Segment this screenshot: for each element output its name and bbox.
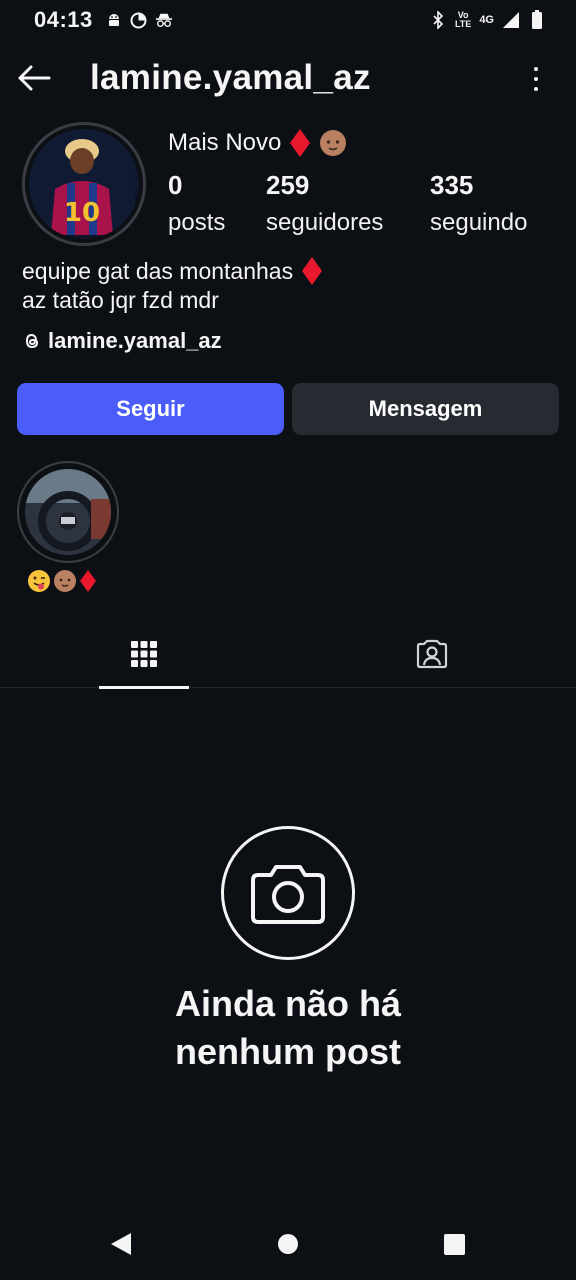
battery-icon [528,10,546,29]
profile-bio: equipe gat das montanhas az tatão jqr fz… [22,256,323,314]
stat-value: 0 [168,170,183,200]
status-time: 04:13 [34,7,93,32]
stat-following[interactable]: 335 seguindo [430,170,527,237]
incognito-icon [155,11,173,29]
system-nav-bar [0,1208,576,1280]
avatar-image: 10 [29,129,139,239]
follow-button[interactable]: Seguir [17,383,284,435]
back-button[interactable] [14,60,54,96]
stat-followers[interactable]: 259 seguidores [266,170,383,237]
signal-4g-icon: 4G [479,14,494,26]
nav-back-icon[interactable] [110,1232,132,1256]
baby-face-icon [320,130,347,156]
red-diamond-icon [302,257,323,285]
status-bar: 04:13 Vo LTE 4G [0,0,576,40]
avatar[interactable]: 10 [22,122,146,246]
tab-tagged[interactable] [288,620,576,688]
empty-state-line: Ainda não há [174,983,402,1024]
stat-value: 259 [266,170,310,200]
volte-icon: Vo LTE [455,11,471,29]
profile-header: lamine.yamal_az [0,48,576,110]
dot-icon [534,67,538,71]
profile-stats: 0 posts 259 seguidores 335 seguindo [168,170,558,242]
highlight-label [27,569,97,593]
grid-icon [131,641,157,667]
volte-bottom-text: LTE [454,19,472,29]
dot-icon [534,77,538,81]
red-diamond-icon [290,129,311,157]
bio-text: az tatão jqr fzd mdr [22,287,219,313]
nav-recents-icon[interactable] [444,1234,465,1255]
highlight-image [25,469,111,555]
tab-posts-grid[interactable] [0,620,288,689]
threads-link[interactable]: lamine.yamal_az [22,328,222,354]
signal-icon [502,11,520,29]
page-title-username: lamine.yamal_az [90,58,371,97]
profile-name-text: Mais Novo [168,129,282,156]
bluetooth-icon [429,11,447,29]
android-icon [105,11,123,29]
nav-home-icon[interactable] [278,1234,298,1254]
dot-icon [534,87,538,91]
status-right-icons: Vo LTE 4G [429,10,546,29]
more-options-button[interactable] [526,64,546,94]
bio-line: equipe gat das montanhas [22,256,323,286]
bio-text: equipe gat das montanhas [22,258,294,284]
profile-name: Mais Novo [168,128,347,158]
message-button[interactable]: Mensagem [292,383,559,435]
story-highlight[interactable] [17,461,119,592]
stat-label: seguidores [266,209,384,236]
red-diamond-icon [80,570,96,592]
empty-state-camera [221,826,355,960]
stat-posts[interactable]: 0 posts [168,170,225,237]
threads-icon [25,333,39,349]
empty-state-line: nenhum post [175,1031,401,1072]
arrow-left-icon [18,65,51,91]
highlight-ring [17,461,119,563]
stat-label: seguindo [430,209,528,236]
winking-tongue-face-icon [28,570,50,592]
stat-value: 335 [430,170,474,200]
bio-line: az tatão jqr fzd mdr [22,286,323,314]
status-left-icons [105,11,173,29]
profile-tabs [0,620,576,689]
tagged-person-icon [416,639,448,669]
data-saver-icon [130,11,148,29]
baby-face-icon [54,570,76,592]
tab-active-indicator [99,686,189,689]
threads-handle: lamine.yamal_az [48,328,222,353]
camera-icon [251,865,325,924]
empty-state-title: Ainda não há nenhum post [0,980,576,1076]
stat-label: posts [168,209,226,236]
svg-text:10: 10 [64,198,100,228]
